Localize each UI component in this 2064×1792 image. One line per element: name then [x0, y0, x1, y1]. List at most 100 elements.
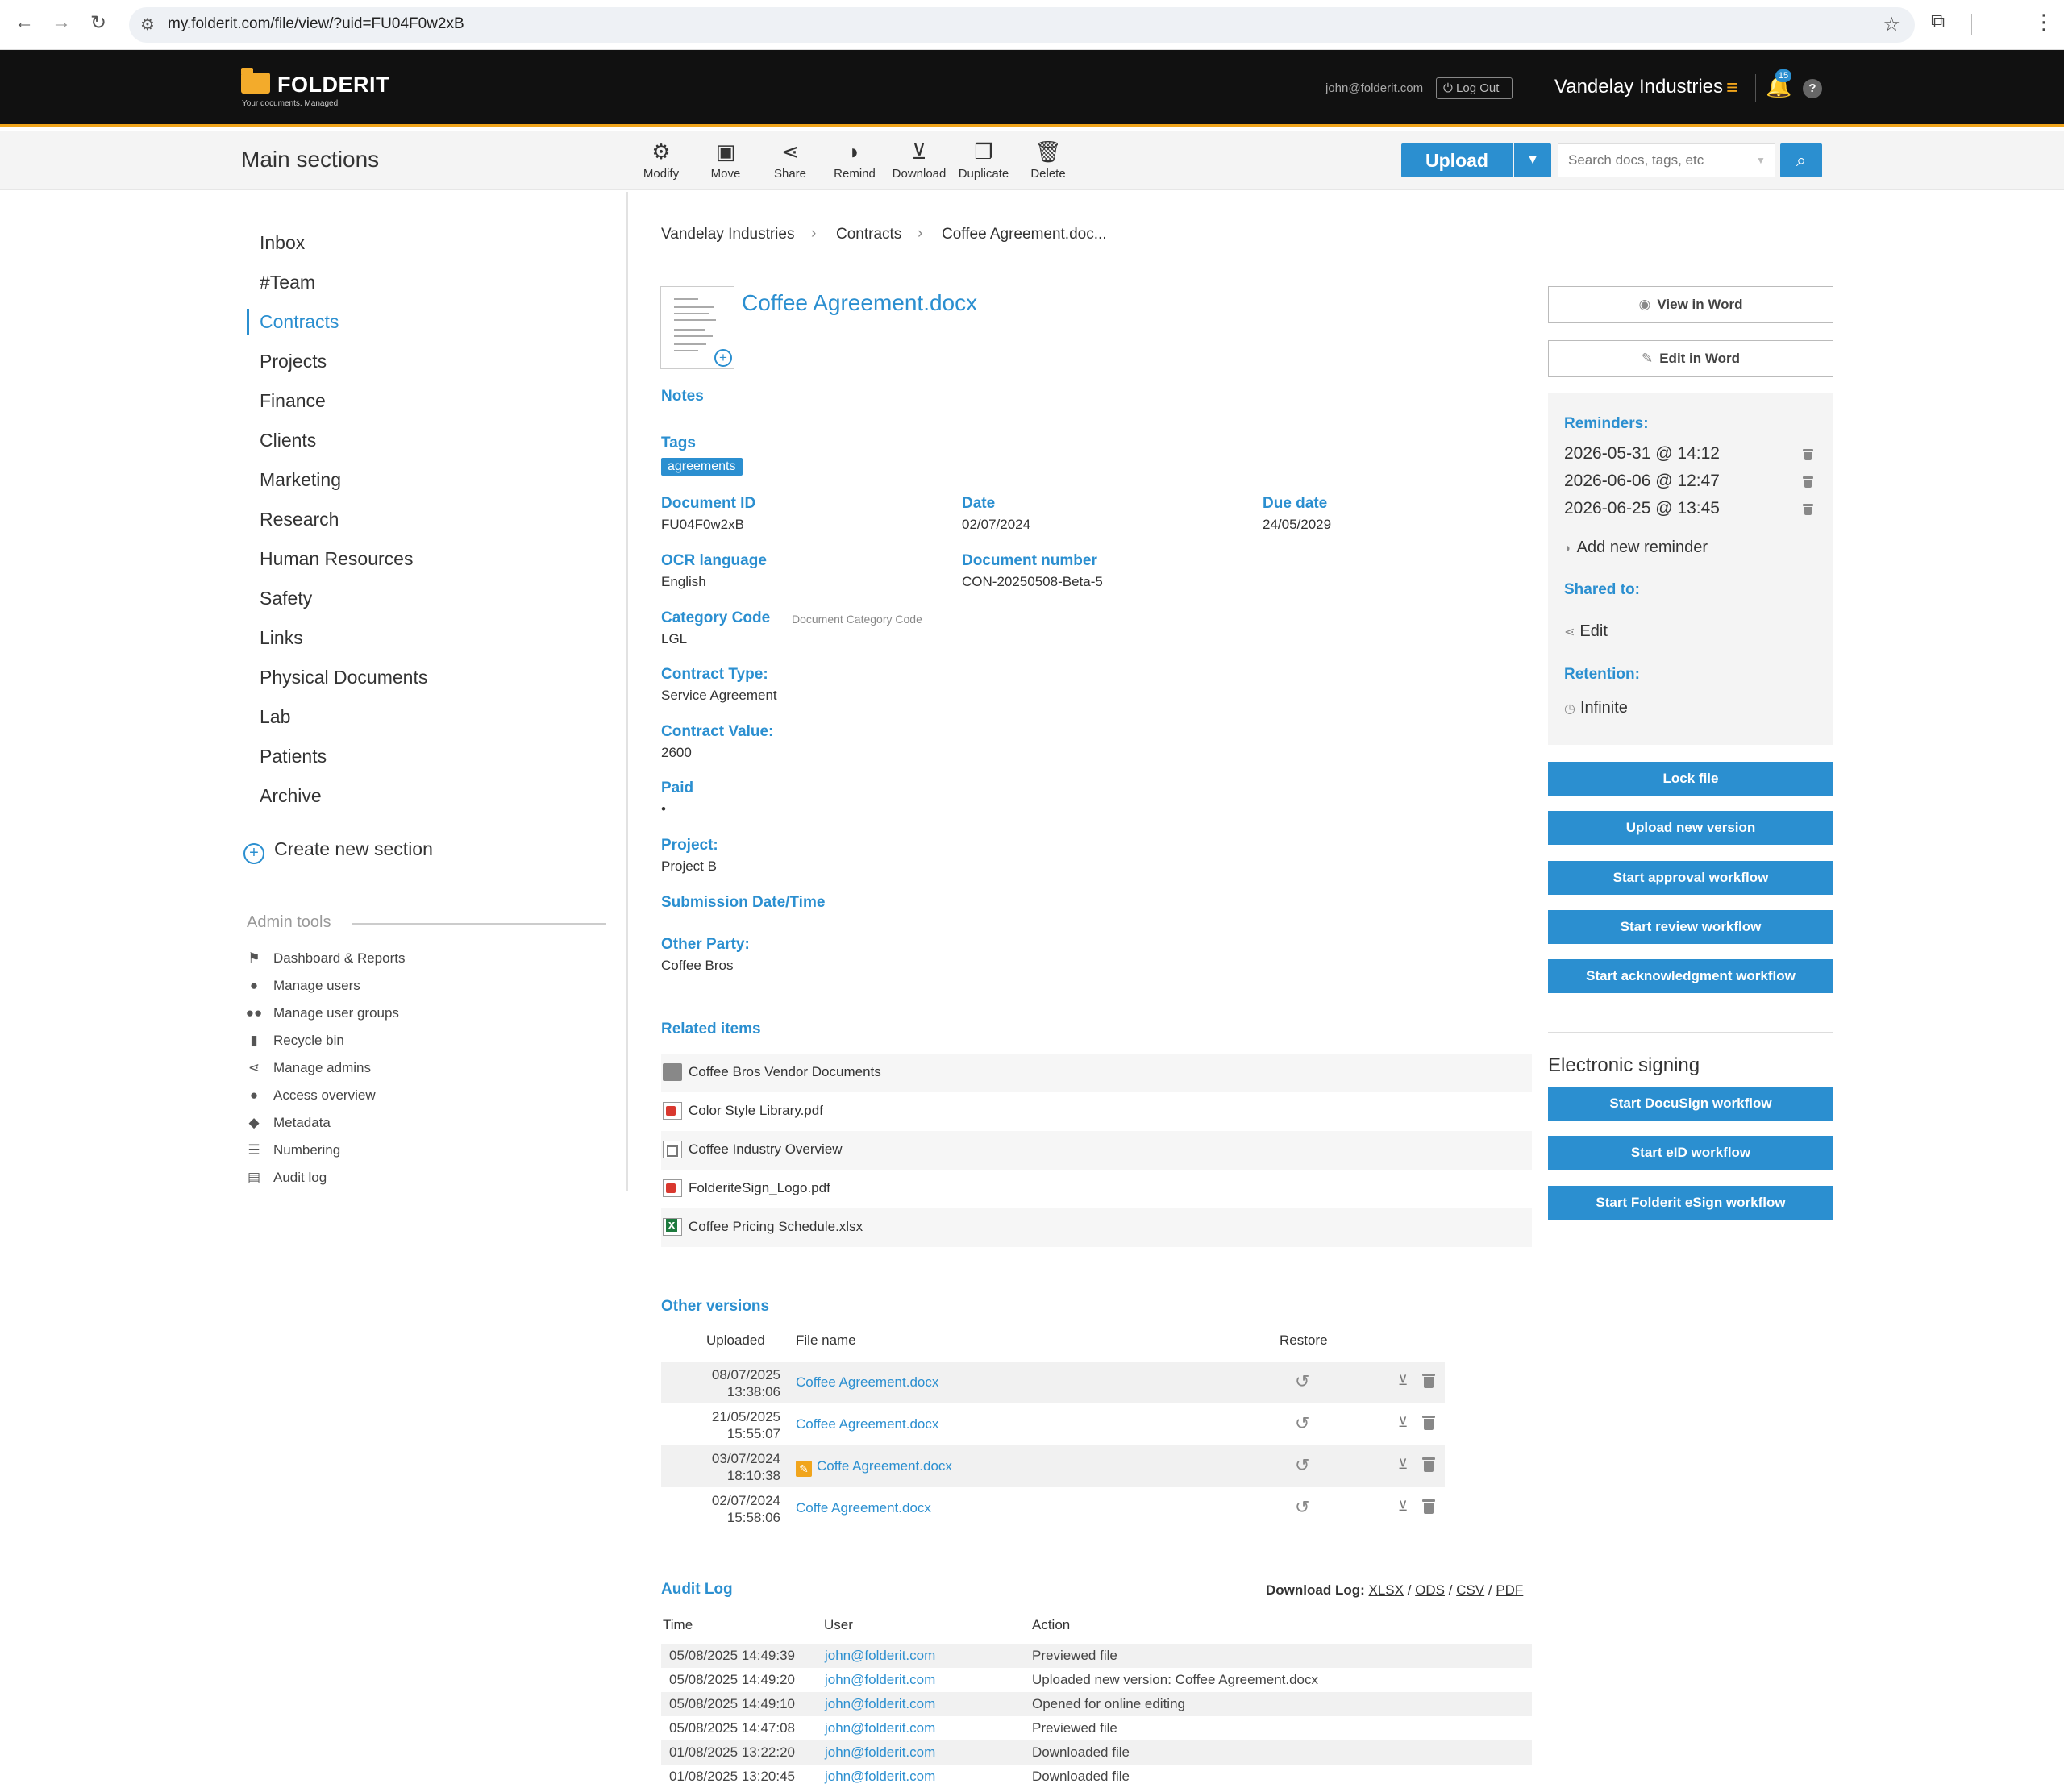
duplicate-button[interactable]: ❐ Duplicate — [951, 140, 1016, 181]
admin-item-dashboard[interactable]: ⚑ Dashboard & Reports — [245, 950, 405, 967]
breadcrumb-contracts[interactable]: Contracts — [836, 226, 901, 243]
trash-icon[interactable] — [1422, 1414, 1435, 1430]
sidebar-item-human-resources[interactable]: Human Resources — [260, 548, 413, 570]
zoom-in-icon[interactable]: + — [714, 349, 732, 367]
download-button[interactable]: ⊻ Download — [887, 140, 951, 181]
admin-item-manage-admins[interactable]: ⋖ Manage admins — [245, 1060, 371, 1076]
trash-icon[interactable] — [1803, 502, 1813, 515]
shared-edit-button[interactable]: ⋖ Edit — [1564, 622, 1608, 641]
restore-icon[interactable]: ↺ — [1295, 1371, 1309, 1392]
version-file-link[interactable]: ✎ Coffe Agreement.docx — [796, 1458, 952, 1477]
sidebar-item-lab[interactable]: Lab — [260, 706, 290, 728]
sidebar-item-clients[interactable]: Clients — [260, 430, 316, 451]
download-xlsx-link[interactable]: XLSX — [1369, 1582, 1404, 1598]
retention-value[interactable]: ◷ Infinite — [1564, 699, 1628, 717]
start-folderit-esign-workflow-button[interactable]: Start Folderit eSign workflow — [1548, 1186, 1833, 1220]
related-item[interactable]: Coffee Industry Overview — [661, 1131, 1532, 1170]
admin-item-numbering[interactable]: ☰ Numbering — [245, 1142, 340, 1158]
related-item[interactable]: FolderiteSign_Logo.pdf — [661, 1170, 1532, 1208]
download-pdf-link[interactable]: PDF — [1496, 1582, 1523, 1598]
search-input[interactable] — [1558, 143, 1775, 177]
view-in-word-button[interactable]: ◉ View in Word — [1548, 286, 1833, 323]
download-tray-icon[interactable]: ⊻ — [1398, 1415, 1408, 1431]
reminder-item[interactable]: 2026-06-06 @ 12:47 — [1564, 472, 1720, 491]
audit-user-link[interactable]: john@folderit.com — [825, 1720, 935, 1736]
download-tray-icon[interactable]: ⊻ — [1398, 1499, 1408, 1515]
download-ods-link[interactable]: ODS — [1415, 1582, 1445, 1598]
restore-icon[interactable]: ↺ — [1295, 1413, 1309, 1434]
start-docusign-workflow-button[interactable]: Start DocuSign workflow — [1548, 1087, 1833, 1121]
breadcrumb-company[interactable]: Vandelay Industries — [661, 226, 794, 243]
address-bar[interactable]: ⚙ my.folderit.com/file/view/?uid=FU04F0w… — [129, 7, 1915, 43]
sidebar-item-team[interactable]: #Team — [260, 272, 315, 293]
admin-item-recycle-bin[interactable]: ▮ Recycle bin — [245, 1033, 344, 1049]
tag-chip[interactable]: agreements — [661, 458, 743, 476]
audit-user-link[interactable]: john@folderit.com — [825, 1696, 935, 1712]
start-review-workflow-button[interactable]: Start review workflow — [1548, 910, 1833, 944]
move-button[interactable]: ▣ Move — [693, 140, 758, 181]
admin-item-user-groups[interactable]: ●● Manage user groups — [245, 1005, 399, 1021]
upload-button[interactable]: Upload — [1401, 143, 1513, 177]
sidebar-item-contracts[interactable]: Contracts — [260, 311, 339, 333]
admin-item-manage-users[interactable]: ● Manage users — [245, 978, 360, 994]
start-acknowledgment-workflow-button[interactable]: Start acknowledgment workflow — [1548, 959, 1833, 993]
sidebar-item-archive[interactable]: Archive — [260, 785, 322, 807]
reminder-item[interactable]: 2026-05-31 @ 14:12 — [1564, 444, 1720, 464]
version-file-link[interactable]: Coffee Agreement.docx — [796, 1416, 938, 1432]
back-icon[interactable]: ← — [15, 11, 34, 34]
notifications-bell-icon[interactable]: 🔔 15 — [1766, 69, 1791, 99]
browser-menu-icon[interactable]: ⋮ — [2033, 10, 2054, 35]
start-eid-workflow-button[interactable]: Start eID workflow — [1548, 1136, 1833, 1170]
download-tray-icon[interactable]: ⊻ — [1398, 1457, 1408, 1473]
notes-label[interactable]: Notes — [661, 388, 704, 405]
edit-in-word-button[interactable]: ✎ Edit in Word — [1548, 340, 1833, 377]
related-item[interactable]: Color Style Library.pdf — [661, 1092, 1532, 1131]
sidebar-item-inbox[interactable]: Inbox — [260, 232, 305, 254]
company-menu-icon[interactable]: ≡ — [1726, 77, 1738, 98]
sidebar-item-links[interactable]: Links — [260, 627, 303, 649]
audit-user-link[interactable]: john@folderit.com — [825, 1769, 935, 1785]
start-approval-workflow-button[interactable]: Start approval workflow — [1548, 861, 1833, 895]
related-item[interactable]: Coffee Pricing Schedule.xlsx — [661, 1208, 1532, 1247]
delete-button[interactable]: 🗑 Delete — [1016, 140, 1080, 181]
admin-item-metadata[interactable]: ◆ Metadata — [245, 1115, 330, 1131]
trash-icon[interactable] — [1422, 1498, 1435, 1514]
reminder-item[interactable]: 2026-06-25 @ 13:45 — [1564, 499, 1720, 518]
create-section-button[interactable]: + Create new section — [243, 838, 433, 864]
reload-icon[interactable]: ↻ — [90, 11, 106, 35]
document-title[interactable]: Coffee Agreement.docx — [742, 290, 977, 316]
trash-icon[interactable] — [1803, 475, 1813, 488]
admin-item-audit-log[interactable]: ▤ Audit log — [245, 1170, 327, 1186]
share-button[interactable]: ⋖ Share — [758, 140, 822, 181]
extensions-icon[interactable]: ⧉ — [1931, 10, 1945, 33]
site-info-icon[interactable]: ⚙ — [140, 15, 155, 35]
sidebar-item-physical-documents[interactable]: Physical Documents — [260, 667, 427, 688]
audit-user-link[interactable]: john@folderit.com — [825, 1672, 935, 1688]
add-reminder-button[interactable]: ◗ Add new reminder — [1564, 538, 1708, 557]
modify-button[interactable]: ⚙ Modify — [629, 140, 693, 181]
restore-icon[interactable]: ↺ — [1295, 1455, 1309, 1476]
lock-file-button[interactable]: Lock file — [1548, 762, 1833, 796]
download-csv-link[interactable]: CSV — [1456, 1582, 1484, 1598]
sidebar-item-safety[interactable]: Safety — [260, 588, 312, 609]
restore-icon[interactable]: ↺ — [1295, 1497, 1309, 1518]
audit-user-link[interactable]: john@folderit.com — [825, 1648, 935, 1664]
upload-new-version-button[interactable]: Upload new version — [1548, 811, 1833, 845]
download-tray-icon[interactable]: ⊻ — [1398, 1373, 1408, 1389]
remind-button[interactable]: ◗ Remind — [822, 140, 887, 181]
sidebar-item-patients[interactable]: Patients — [260, 746, 327, 767]
logout-button[interactable]: ⏻ Log Out — [1436, 77, 1513, 99]
search-dropdown-icon[interactable]: ▼ — [1756, 155, 1766, 166]
forward-icon[interactable]: → — [52, 11, 71, 34]
audit-user-link[interactable]: john@folderit.com — [825, 1744, 935, 1761]
sidebar-item-finance[interactable]: Finance — [260, 390, 326, 412]
document-thumbnail[interactable]: + — [660, 286, 734, 369]
trash-icon[interactable] — [1803, 447, 1813, 460]
search-button[interactable]: ⌕ — [1780, 143, 1822, 177]
sidebar-item-research[interactable]: Research — [260, 509, 339, 530]
bookmark-star-icon[interactable]: ☆ — [1883, 13, 1900, 36]
company-name[interactable]: Vandelay Industries — [1554, 76, 1723, 98]
sidebar-item-projects[interactable]: Projects — [260, 351, 327, 372]
version-file-link[interactable]: Coffe Agreement.docx — [796, 1500, 931, 1516]
version-file-link[interactable]: Coffee Agreement.docx — [796, 1374, 938, 1391]
